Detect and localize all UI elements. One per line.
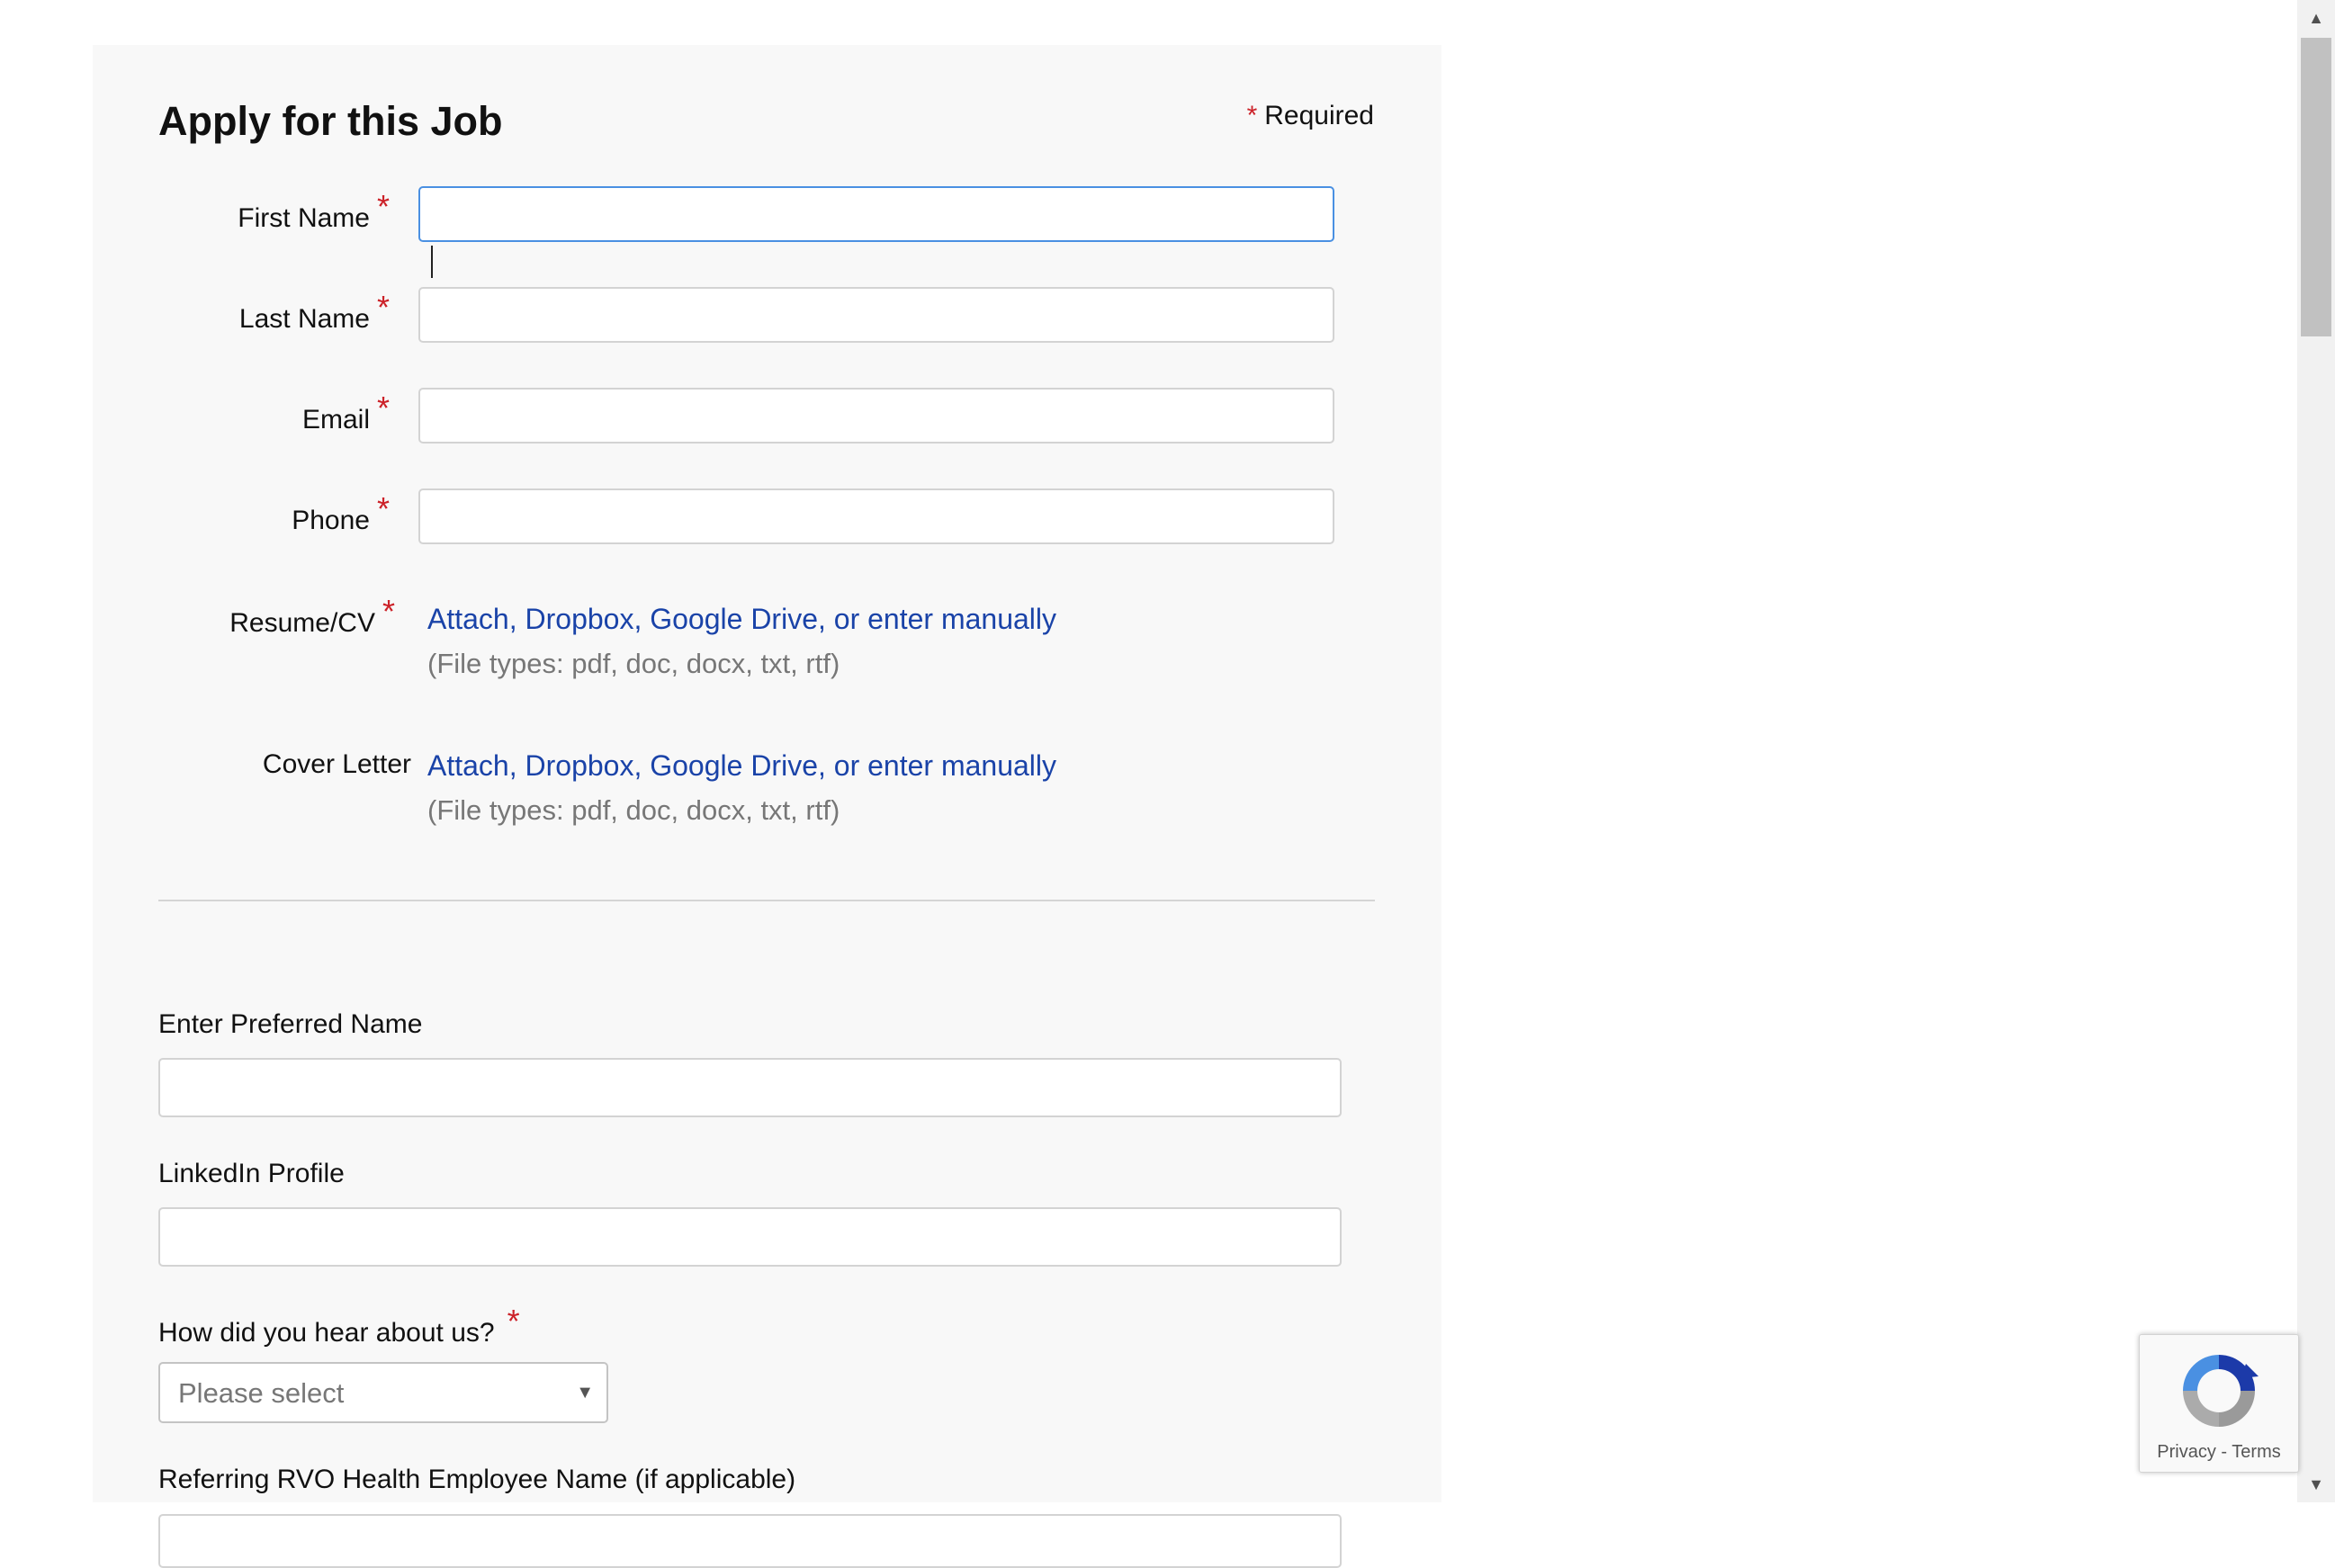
referring-employee-input[interactable]: [158, 1514, 1342, 1568]
scrollbar-thumb[interactable]: [2301, 38, 2331, 336]
linkedin-label: LinkedIn Profile: [158, 1159, 345, 1188]
recaptcha-badge[interactable]: Privacy - Terms: [2139, 1334, 2299, 1473]
referring-employee-label: Referring RVO Health Employee Name (if a…: [158, 1465, 796, 1494]
text-caret: [431, 246, 433, 278]
resume-attach-link[interactable]: Attach: [427, 603, 509, 635]
page-scrollbar[interactable]: ▲ ▼: [2297, 0, 2335, 1502]
resume-upload-options: Attach, Dropbox, Google Drive, or enter …: [427, 603, 1056, 635]
last-name-label: Last Name *: [238, 289, 390, 334]
preferred-name-label: Enter Preferred Name: [158, 1009, 423, 1039]
hear-about-label: How did you hear about us? *: [158, 1303, 520, 1348]
required-star: *: [1246, 101, 1258, 130]
scroll-up-arrow-icon[interactable]: ▲: [2297, 0, 2335, 36]
cover-letter-google-drive-link[interactable]: Google Drive: [650, 749, 818, 782]
phone-label: Phone *: [292, 490, 390, 535]
required-star: *: [376, 490, 390, 527]
email-label: Email *: [301, 390, 390, 435]
required-legend: * Required: [1247, 103, 1374, 130]
cover-letter-enter-manually-link[interactable]: or enter manually: [834, 749, 1056, 782]
page-title: Apply for this Job: [158, 98, 503, 144]
hear-about-select[interactable]: Please select ▼: [158, 1362, 608, 1423]
resume-dropbox-link[interactable]: Dropbox: [525, 603, 634, 635]
application-form-panel: Apply for this Job * Required First Name *…: [93, 45, 1441, 1568]
preferred-name-input[interactable]: [158, 1058, 1342, 1117]
last-name-input[interactable]: [418, 287, 1334, 343]
resume-google-drive-link[interactable]: Google Drive: [650, 603, 818, 635]
recaptcha-logo-icon: [2183, 1355, 2259, 1427]
cover-letter-attach-link[interactable]: Attach: [427, 749, 509, 782]
required-star: *: [376, 390, 390, 426]
resume-label: Resume/CV *: [229, 593, 395, 638]
required-star: *: [376, 289, 390, 326]
resume-file-types: (File types: pdf, doc, docx, txt, rtf): [427, 648, 840, 679]
cover-letter-dropbox-link[interactable]: Dropbox: [525, 749, 634, 782]
recaptcha-privacy-link[interactable]: Privacy: [2157, 1442, 2216, 1462]
cover-letter-upload-options: Attach, Dropbox, Google Drive, or enter …: [427, 749, 1056, 782]
recaptcha-footer: Privacy - Terms: [2157, 1442, 2281, 1462]
first-name-input[interactable]: [418, 186, 1334, 242]
dropdown-arrow-icon: ▼: [576, 1383, 594, 1402]
phone-input[interactable]: [418, 488, 1334, 544]
resume-enter-manually-link[interactable]: or enter manually: [834, 603, 1056, 635]
linkedin-input[interactable]: [158, 1207, 1342, 1267]
required-star: *: [376, 188, 390, 225]
required-star: *: [382, 593, 395, 630]
required-legend-text: Required: [1264, 101, 1374, 130]
hear-about-selected-value: Please select: [178, 1377, 345, 1409]
first-name-label: First Name *: [238, 188, 390, 233]
scroll-down-arrow-icon[interactable]: ▼: [2297, 1466, 2335, 1502]
recaptcha-terms-link[interactable]: Terms: [2232, 1442, 2280, 1462]
cover-letter-file-types: (File types: pdf, doc, docx, txt, rtf): [427, 794, 840, 826]
required-star: *: [507, 1303, 520, 1340]
email-input[interactable]: [418, 388, 1334, 444]
section-divider: [158, 900, 1375, 901]
cover-letter-label: Cover Letter: [262, 749, 411, 779]
